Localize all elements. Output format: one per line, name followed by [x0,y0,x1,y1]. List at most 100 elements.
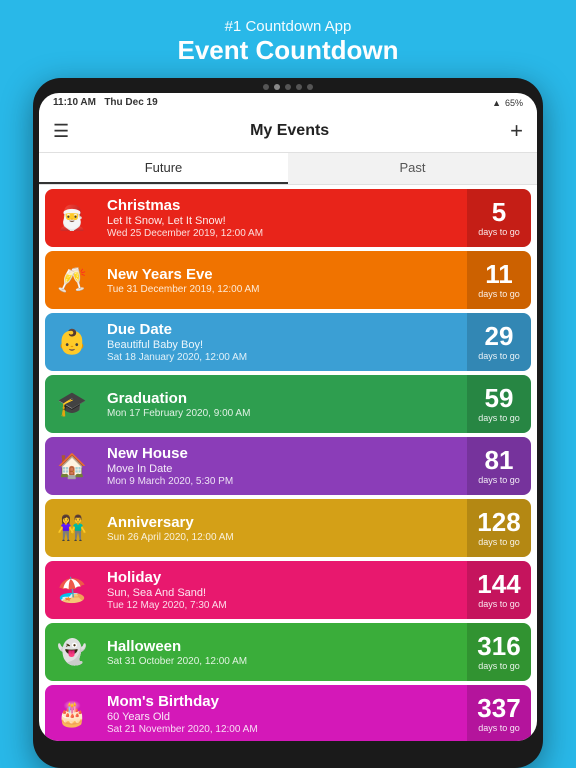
countdown-number: 5 [492,199,506,225]
event-name: Christmas [107,197,459,214]
status-bar: 11:10 AM Thu Dec 19 ▲ 65% [39,93,537,110]
event-info: New House Move In Date Mon 9 March 2020,… [99,437,467,495]
event-countdown: 128 days to go [467,499,531,557]
event-info: Mom's Birthday 60 Years Old Sat 21 Novem… [99,685,467,741]
countdown-label: days to go [478,351,520,361]
event-countdown: 337 days to go [467,685,531,741]
event-row[interactable]: 🎂 Mom's Birthday 60 Years Old Sat 21 Nov… [45,685,531,741]
event-countdown: 11 days to go [467,251,531,309]
countdown-number: 81 [485,447,514,473]
event-date: Tue 31 December 2019, 12:00 AM [107,284,459,295]
top-header: #1 Countdown App Event Countdown [178,0,399,78]
nav-title: My Events [250,122,329,140]
device-frame: 11:10 AM Thu Dec 19 ▲ 65% ☰ My Events + … [33,78,543,768]
countdown-label: days to go [478,599,520,609]
event-info: Christmas Let It Snow, Let It Snow! Wed … [99,189,467,247]
event-info: Holiday Sun, Sea And Sand! Tue 12 May 20… [99,561,467,619]
event-date: Mon 17 February 2020, 9:00 AM [107,408,459,419]
event-date: Sat 18 January 2020, 12:00 AM [107,352,459,363]
event-date: Wed 25 December 2019, 12:00 AM [107,228,459,239]
event-date: Sat 21 November 2020, 12:00 AM [107,724,459,735]
countdown-label: days to go [478,289,520,299]
event-row[interactable]: 🏖️ Holiday Sun, Sea And Sand! Tue 12 May… [45,561,531,619]
status-right: ▲ 65% [492,98,523,108]
countdown-label: days to go [478,227,520,237]
countdown-label: days to go [478,413,520,423]
device-dots [39,84,537,90]
countdown-number: 144 [477,571,520,597]
event-name: Anniversary [107,514,459,531]
event-info: Due Date Beautiful Baby Boy! Sat 18 Janu… [99,313,467,371]
dot-5 [307,84,313,90]
countdown-number: 337 [477,695,520,721]
tab-past[interactable]: Past [288,153,537,184]
app-screen: 11:10 AM Thu Dec 19 ▲ 65% ☰ My Events + … [39,93,537,741]
event-date: Sun 26 April 2020, 12:00 AM [107,532,459,543]
dot-4 [296,84,302,90]
event-icon: 🎅 [45,189,99,247]
event-countdown: 59 days to go [467,375,531,433]
dot-2 [274,84,280,90]
event-info: New Years Eve Tue 31 December 2019, 12:0… [99,251,467,309]
event-icon: 🎓 [45,375,99,433]
event-icon: 👻 [45,623,99,681]
event-info: Halloween Sat 31 October 2020, 12:00 AM [99,623,467,681]
menu-icon[interactable]: ☰ [53,121,69,142]
dot-3 [285,84,291,90]
countdown-number: 11 [485,261,513,287]
event-date: Tue 12 May 2020, 7:30 AM [107,600,459,611]
event-date: Mon 9 March 2020, 5:30 PM [107,476,459,487]
event-row[interactable]: 🎓 Graduation Mon 17 February 2020, 9:00 … [45,375,531,433]
event-row[interactable]: 👶 Due Date Beautiful Baby Boy! Sat 18 Ja… [45,313,531,371]
event-info: Anniversary Sun 26 April 2020, 12:00 AM [99,499,467,557]
event-name: New House [107,445,459,462]
tab-future[interactable]: Future [39,153,288,184]
event-row[interactable]: 👻 Halloween Sat 31 October 2020, 12:00 A… [45,623,531,681]
countdown-number: 128 [477,509,520,535]
event-name: Halloween [107,638,459,655]
event-row[interactable]: 🥂 New Years Eve Tue 31 December 2019, 12… [45,251,531,309]
event-countdown: 316 days to go [467,623,531,681]
event-name: New Years Eve [107,266,459,283]
event-subtitle: 60 Years Old [107,711,459,723]
tabs-bar: Future Past [39,153,537,185]
app-nav: ☰ My Events + [39,110,537,153]
status-time: 11:10 AM Thu Dec 19 [53,97,158,108]
event-info: Graduation Mon 17 February 2020, 9:00 AM [99,375,467,433]
event-icon: 🏖️ [45,561,99,619]
event-subtitle: Move In Date [107,463,459,475]
event-icon: 🎂 [45,685,99,741]
countdown-label: days to go [478,723,520,733]
event-name: Graduation [107,390,459,407]
countdown-number: 316 [477,633,520,659]
app-subtitle: #1 Countdown App [178,18,399,35]
event-subtitle: Let It Snow, Let It Snow! [107,215,459,227]
countdown-number: 29 [485,323,514,349]
event-subtitle: Sun, Sea And Sand! [107,587,459,599]
wifi-icon: ▲ [492,98,501,108]
battery-icon: 65% [505,98,523,108]
event-countdown: 144 days to go [467,561,531,619]
event-icon: 👫 [45,499,99,557]
events-list[interactable]: 🎅 Christmas Let It Snow, Let It Snow! We… [39,185,537,741]
event-subtitle: Beautiful Baby Boy! [107,339,459,351]
add-event-button[interactable]: + [510,118,523,144]
event-icon: 🏠 [45,437,99,495]
dot-1 [263,84,269,90]
countdown-label: days to go [478,475,520,485]
event-date: Sat 31 October 2020, 12:00 AM [107,656,459,667]
event-row[interactable]: 🎅 Christmas Let It Snow, Let It Snow! We… [45,189,531,247]
event-name: Holiday [107,569,459,586]
event-countdown: 81 days to go [467,437,531,495]
event-row[interactable]: 🏠 New House Move In Date Mon 9 March 202… [45,437,531,495]
event-name: Mom's Birthday [107,693,459,710]
event-row[interactable]: 👫 Anniversary Sun 26 April 2020, 12:00 A… [45,499,531,557]
countdown-label: days to go [478,661,520,671]
countdown-number: 59 [485,385,514,411]
countdown-label: days to go [478,537,520,547]
event-countdown: 29 days to go [467,313,531,371]
event-icon: 👶 [45,313,99,371]
event-name: Due Date [107,321,459,338]
event-countdown: 5 days to go [467,189,531,247]
event-icon: 🥂 [45,251,99,309]
